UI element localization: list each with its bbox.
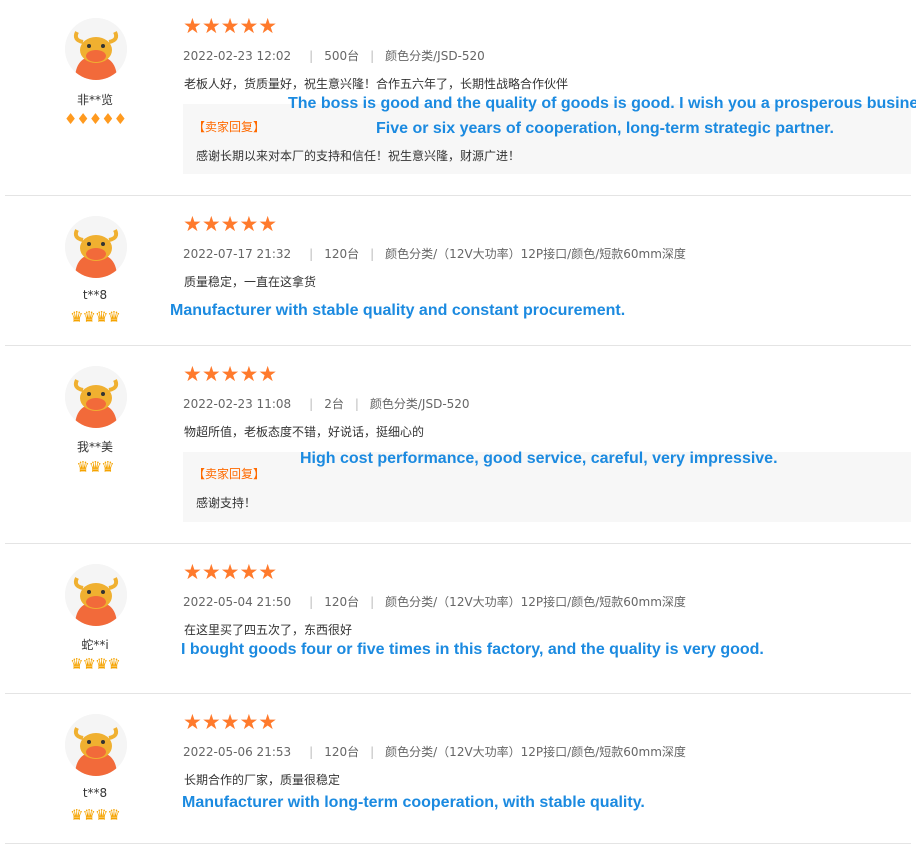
translation-text: Manufacturer with long-term cooperation,…	[182, 794, 645, 811]
review-content: 老板人好，货质量好，祝生意兴隆！合作五六年了，长期性战略合作伙伴	[184, 77, 569, 91]
bull-avatar-icon	[65, 216, 127, 278]
seller-reply-title: 【卖家回复】	[193, 120, 266, 134]
buyer-level-crown-icon: ♛♛♛♛	[70, 308, 121, 326]
avatar[interactable]	[65, 216, 127, 278]
review-content: 质量稳定，一直在这拿货	[184, 275, 317, 289]
translation-text: High cost performance, good service, car…	[300, 450, 778, 467]
review-meta: 2022-02-23 11:08 | 2台 | 颜色分类/JSD-520	[183, 397, 470, 411]
product-spec: 颜色分类/（12V大功率）12P接口/颜色/短款60mm深度	[385, 745, 686, 759]
seller-reply-text: 感谢长期以来对本厂的支持和信任！祝生意兴隆，财源广进！	[196, 149, 521, 163]
review-content: 长期合作的厂家，质量很稳定	[184, 773, 341, 787]
seller-reply-title: 【卖家回复】	[193, 467, 266, 481]
avatar[interactable]	[65, 366, 127, 428]
purchase-quantity: 120台	[324, 745, 360, 759]
product-spec: 颜色分类/JSD-520	[369, 397, 470, 411]
rating-stars: ★★★★★	[183, 710, 278, 734]
review-meta: 2022-02-23 12:02 | 500台 | 颜色分类/JSD-520	[183, 49, 485, 63]
review-content: 物超所值，老板态度不错，好说话，挺细心的	[184, 425, 425, 439]
buyer-level-crown-icon: ♛♛♛♛	[70, 655, 121, 673]
rating-stars: ★★★★★	[183, 212, 278, 236]
review-item: t**8 ♛♛♛♛ ★★★★★ 2022-05-06 21:53 | 120台 | 颜色…	[5, 694, 911, 844]
review-content: 在这里买了四五次了，东西很好	[184, 623, 353, 637]
review-item: t**8 ♛♛♛♛ ★★★★★ 2022-07-17 21:32 | 120台 | 颜色…	[5, 196, 911, 346]
buyer-level-diamond-icon: ♦♦♦♦♦	[63, 110, 127, 128]
username: 蛇**i	[81, 638, 109, 652]
purchase-quantity: 120台	[324, 247, 360, 261]
review-item: 蛇**i ♛♛♛♛ ★★★★★ 2022-05-04 21:50 | 120台 | 颜色…	[5, 544, 911, 694]
purchase-quantity: 2台	[324, 397, 344, 411]
avatar[interactable]	[65, 564, 127, 626]
purchase-quantity: 500台	[324, 49, 360, 63]
purchase-quantity: 120台	[324, 595, 360, 609]
review-item: 非**览 ♦♦♦♦♦ ★★★★★ 2022-02-23 12:02 | 500台 | 颜…	[5, 0, 916, 196]
translation-text: I bought goods four or five times in thi…	[181, 641, 764, 658]
username: 我**美	[76, 440, 113, 454]
review-date: 2022-02-23 12:02	[183, 49, 292, 63]
translation-text: Five or six years of cooperation, long-t…	[376, 120, 834, 137]
avatar[interactable]	[65, 714, 127, 776]
username: 非**览	[76, 93, 113, 107]
rating-stars: ★★★★★	[183, 362, 278, 386]
username: t**8	[82, 786, 108, 800]
review-date: 2022-05-06 21:53	[183, 745, 292, 759]
product-spec: 颜色分类/JSD-520	[385, 49, 485, 63]
review-date: 2022-02-23 11:08	[183, 397, 292, 411]
bull-avatar-icon	[65, 18, 127, 80]
review-item: 我**美 ♛♛♛ ★★★★★ 2022-02-23 11:08 | 2台 | 颜色分类/…	[5, 346, 911, 544]
rating-stars: ★★★★★	[183, 14, 278, 38]
bull-avatar-icon	[65, 714, 127, 776]
username: t**8	[82, 288, 108, 302]
translation-text: Manufacturer with stable quality and con…	[170, 302, 626, 319]
review-meta: 2022-05-06 21:53 | 120台 | 颜色分类/（12V大功率）12P接口…	[183, 745, 686, 759]
review-date: 2022-07-17 21:32	[183, 247, 292, 261]
review-meta: 2022-07-17 21:32 | 120台 | 颜色分类/（12V大功率）12P接口…	[183, 247, 686, 261]
bull-avatar-icon	[65, 366, 127, 428]
review-meta: 2022-05-04 21:50 | 120台 | 颜色分类/（12V大功率）12P接口…	[183, 595, 686, 609]
product-spec: 颜色分类/（12V大功率）12P接口/颜色/短款60mm深度	[385, 247, 686, 261]
buyer-level-crown-icon: ♛♛♛♛	[70, 806, 121, 824]
review-date: 2022-05-04 21:50	[183, 595, 292, 609]
seller-reply: 【卖家回复】 感谢长期以来对本厂的支持和信任！祝生意兴隆，财源广进！	[183, 104, 911, 174]
seller-reply-text: 感谢支持！	[196, 496, 257, 510]
rating-stars: ★★★★★	[183, 560, 278, 584]
buyer-level-crown-icon: ♛♛♛	[76, 458, 114, 476]
bull-avatar-icon	[65, 564, 127, 626]
avatar[interactable]	[65, 18, 127, 80]
translation-text: The boss is good and the quality of good…	[288, 95, 916, 112]
product-spec: 颜色分类/（12V大功率）12P接口/颜色/短款60mm深度	[385, 595, 686, 609]
